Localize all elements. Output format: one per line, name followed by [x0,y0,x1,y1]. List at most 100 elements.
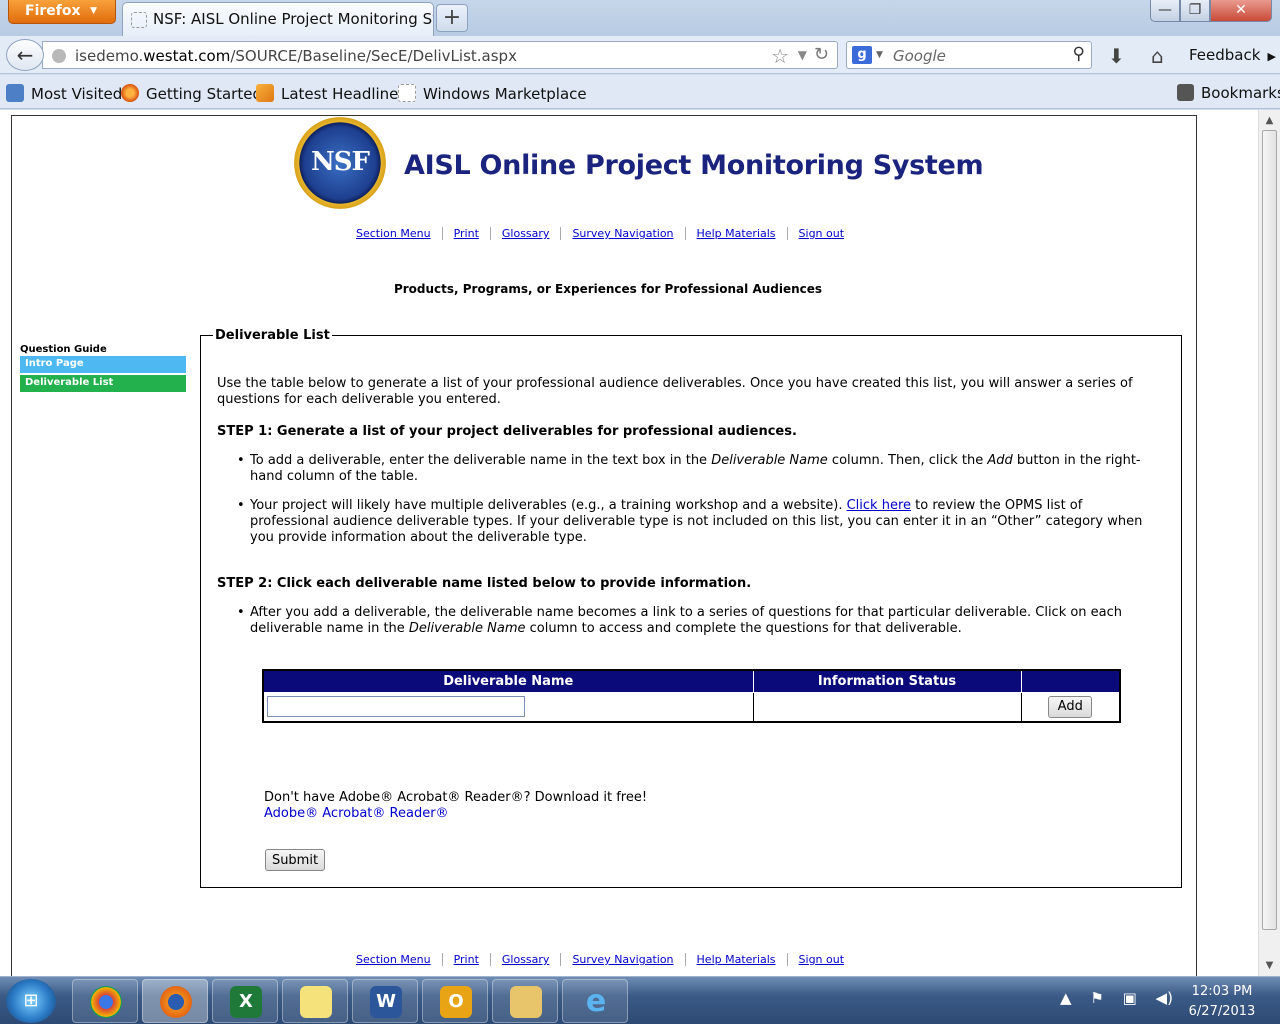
vertical-scrollbar[interactable]: ▲ ▼ [1258,110,1280,976]
adobe-reader-link[interactable]: Adobe® Acrobat® Reader® [264,806,449,821]
chevron-right-icon: ▶ [1267,50,1276,63]
scrollbar-thumb[interactable] [1262,130,1277,930]
feedback-button[interactable]: Feedback ▶ [1189,46,1276,64]
search-engine-dropdown-icon[interactable]: ▼ [876,50,883,60]
home-icon[interactable]: ⌂ [1151,44,1164,68]
new-tab-button[interactable]: + [436,4,468,32]
bookmarks-toolbar: Most Visited Getting Started Latest Head… [0,75,1280,109]
text-segment: column to access and complete the questi… [525,621,962,636]
firefox-menu-button[interactable]: Firefox ▼ [8,0,116,24]
taskbar-outlook[interactable]: O [422,979,488,1023]
sign-out-link[interactable]: Sign out [788,227,856,240]
taskbar-chrome[interactable] [72,979,138,1023]
clock-time: 12:03 PM [1191,984,1253,999]
add-button[interactable]: Add [1048,695,1093,718]
reload-icon[interactable]: ↻ [814,44,829,65]
url-domain: westat.com [143,47,231,65]
taskbar-firefox[interactable] [142,979,208,1023]
bookmarks-menu-button[interactable]: Bookmarks [1177,84,1280,102]
adobe-text: Don't have Adobe® Acrobat® Reader®? Down… [264,790,648,805]
section-menu-link[interactable]: Section Menu [345,227,443,240]
favicon-icon [131,12,147,28]
section-menu-link[interactable]: Section Menu [345,953,443,966]
volume-icon[interactable]: ◀) [1156,989,1173,1007]
action-cell: Add [1020,691,1121,723]
history-dropdown-icon[interactable]: ▼ [798,48,807,62]
title-bar: Firefox ▼ NSF: AISL Online Project Monit… [0,0,1280,36]
bookmark-most-visited[interactable]: Most Visited [6,84,122,103]
start-button[interactable]: ⊞ [6,979,56,1023]
url-bar[interactable]: isedemo.westat.com/SOURCE/Baseline/SecE/… [42,41,838,69]
deliverable-table: Deliverable Name Information Status Add [262,669,1121,723]
firefox-icon [121,84,139,102]
search-placeholder: Google [893,47,946,65]
taskbar-sticky-notes[interactable] [282,979,348,1023]
guide-item-intro-page[interactable]: Intro Page [20,356,186,373]
bookmark-windows-marketplace[interactable]: Windows Marketplace [398,84,587,103]
text-segment: To add a deliverable, enter the delivera… [250,453,712,468]
taskbar-excel[interactable]: X [212,979,278,1023]
information-status-cell [752,691,1022,723]
step-1-bullet-2: Your project will likely have multiple d… [217,498,1162,546]
system-tray: ▲ ⚑ ▣ ◀) [1060,989,1187,1007]
survey-navigation-link[interactable]: Survey Navigation [561,227,686,240]
scroll-up-icon[interactable]: ▲ [1261,112,1278,129]
navigation-bar: isedemo.westat.com/SOURCE/Baseline/SecE/… [0,36,1280,74]
word-icon: W [370,986,402,1018]
minimize-button[interactable]: — [1150,0,1180,22]
url-prefix: isedemo. [75,47,144,65]
close-button[interactable]: ✕ [1210,0,1272,22]
text-segment: column. Then, click the [827,453,988,468]
help-materials-link[interactable]: Help Materials [685,953,788,966]
text-segment: Your project will likely have multiple d… [250,498,847,513]
glossary-link[interactable]: Glossary [490,227,562,240]
back-button[interactable]: ← [6,39,44,71]
scroll-down-icon[interactable]: ▼ [1261,957,1278,974]
bookmarks-menu-label: Bookmarks [1201,84,1280,102]
show-hidden-icons-icon[interactable]: ▲ [1060,989,1072,1007]
search-input[interactable]: g ▼ Google ⚲ [846,41,1092,69]
question-guide-label: Question Guide [20,344,107,355]
restore-button[interactable]: ❐ [1180,0,1210,22]
bookmark-getting-started[interactable]: Getting Started [121,84,262,103]
system-clock[interactable]: 12:03 PM 6/27/2013 [1176,982,1268,1022]
feedback-label: Feedback [1189,46,1261,64]
internet-explorer-icon: e [585,984,607,1019]
blank-page-icon [398,84,416,102]
taskbar-word[interactable]: W [352,979,418,1023]
print-link[interactable]: Print [442,227,491,240]
windows-taskbar: ⊞ X W O e ▲ ⚑ ▣ ◀) 12:03 PM 6/27/2013 [0,976,1280,1024]
sticky-notes-icon [300,986,332,1018]
survey-navigation-link[interactable]: Survey Navigation [561,953,686,966]
print-link[interactable]: Print [442,953,491,966]
intro-paragraph: Use the table below to generate a list o… [217,376,1133,407]
downloads-icon[interactable]: ⬇ [1108,44,1125,68]
network-icon[interactable]: ▣ [1123,989,1137,1007]
chrome-icon [90,986,122,1018]
glossary-link[interactable]: Glossary [490,953,562,966]
deliverable-name-input[interactable] [267,696,525,718]
bookmark-latest-headlines[interactable]: Latest Headlines [256,84,406,103]
column-header-information-status: Information Status [752,669,1022,693]
guide-item-deliverable-list[interactable]: Deliverable List [20,375,186,392]
taskbar-explorer[interactable] [492,979,558,1023]
instructions: Use the table below to generate a list o… [217,376,1162,637]
bookmark-star-icon[interactable]: ☆ [771,44,789,68]
most-visited-icon [6,84,24,102]
rss-icon [256,84,274,102]
click-here-link[interactable]: Click here [847,498,911,513]
windows-logo-icon: ⊞ [23,990,39,1011]
outlook-icon: O [440,986,472,1018]
browser-tab[interactable]: NSF: AISL Online Project Monitoring Syst… [122,2,434,36]
taskbar-internet-explorer[interactable]: e [562,979,628,1023]
google-icon: g [852,46,872,64]
sign-out-link[interactable]: Sign out [788,953,856,966]
search-icon[interactable]: ⚲ [1073,44,1085,64]
submit-button[interactable]: Submit [265,849,325,871]
deliverable-name-cell [262,691,754,723]
text-emphasis: Add [987,453,1013,468]
table-header-row: Deliverable Name Information Status [262,669,1121,693]
action-center-flag-icon[interactable]: ⚑ [1090,989,1103,1007]
back-arrow-icon: ← [16,43,34,67]
help-materials-link[interactable]: Help Materials [685,227,788,240]
